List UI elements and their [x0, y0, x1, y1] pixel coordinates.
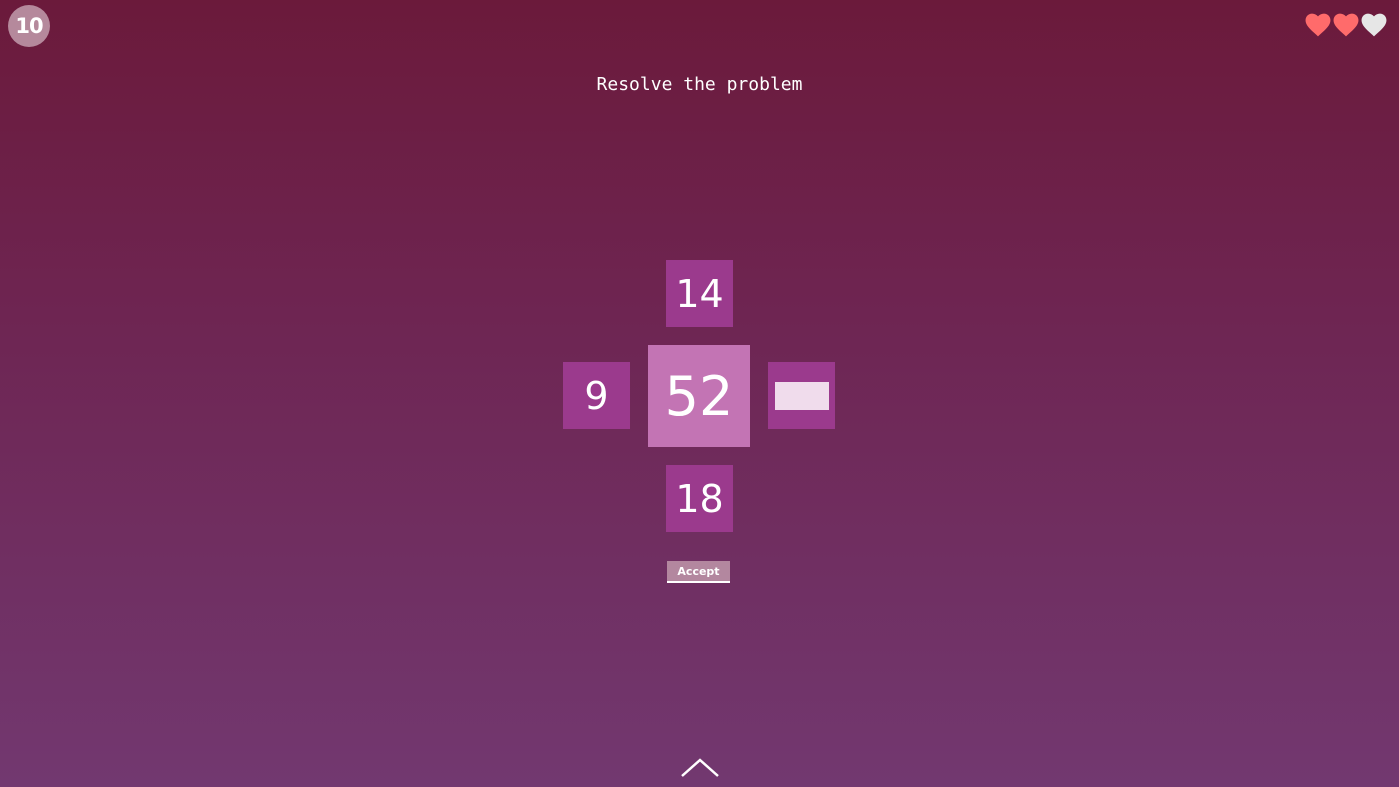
center-tile: 52 [648, 345, 750, 447]
number-tile-top: 14 [666, 260, 733, 327]
accept-button[interactable]: Accept [667, 561, 730, 583]
center-value: 52 [664, 364, 734, 428]
tile-bottom-value: 18 [675, 476, 724, 521]
number-tile-left: 9 [563, 362, 630, 429]
tile-top-value: 14 [675, 271, 724, 316]
level-badge: 10 [8, 5, 50, 47]
chevron-up-icon[interactable] [680, 756, 720, 778]
answer-input[interactable] [774, 381, 829, 410]
heart-icon [1361, 13, 1387, 37]
heart-icon [1333, 13, 1359, 37]
number-tile-bottom: 18 [666, 465, 733, 532]
heart-icon [1305, 13, 1331, 37]
lives-indicator [1305, 12, 1387, 38]
level-number: 10 [15, 14, 43, 38]
tile-left-value: 9 [584, 373, 609, 418]
answer-tile[interactable] [768, 362, 835, 429]
page-title: Resolve the problem [596, 74, 803, 95]
